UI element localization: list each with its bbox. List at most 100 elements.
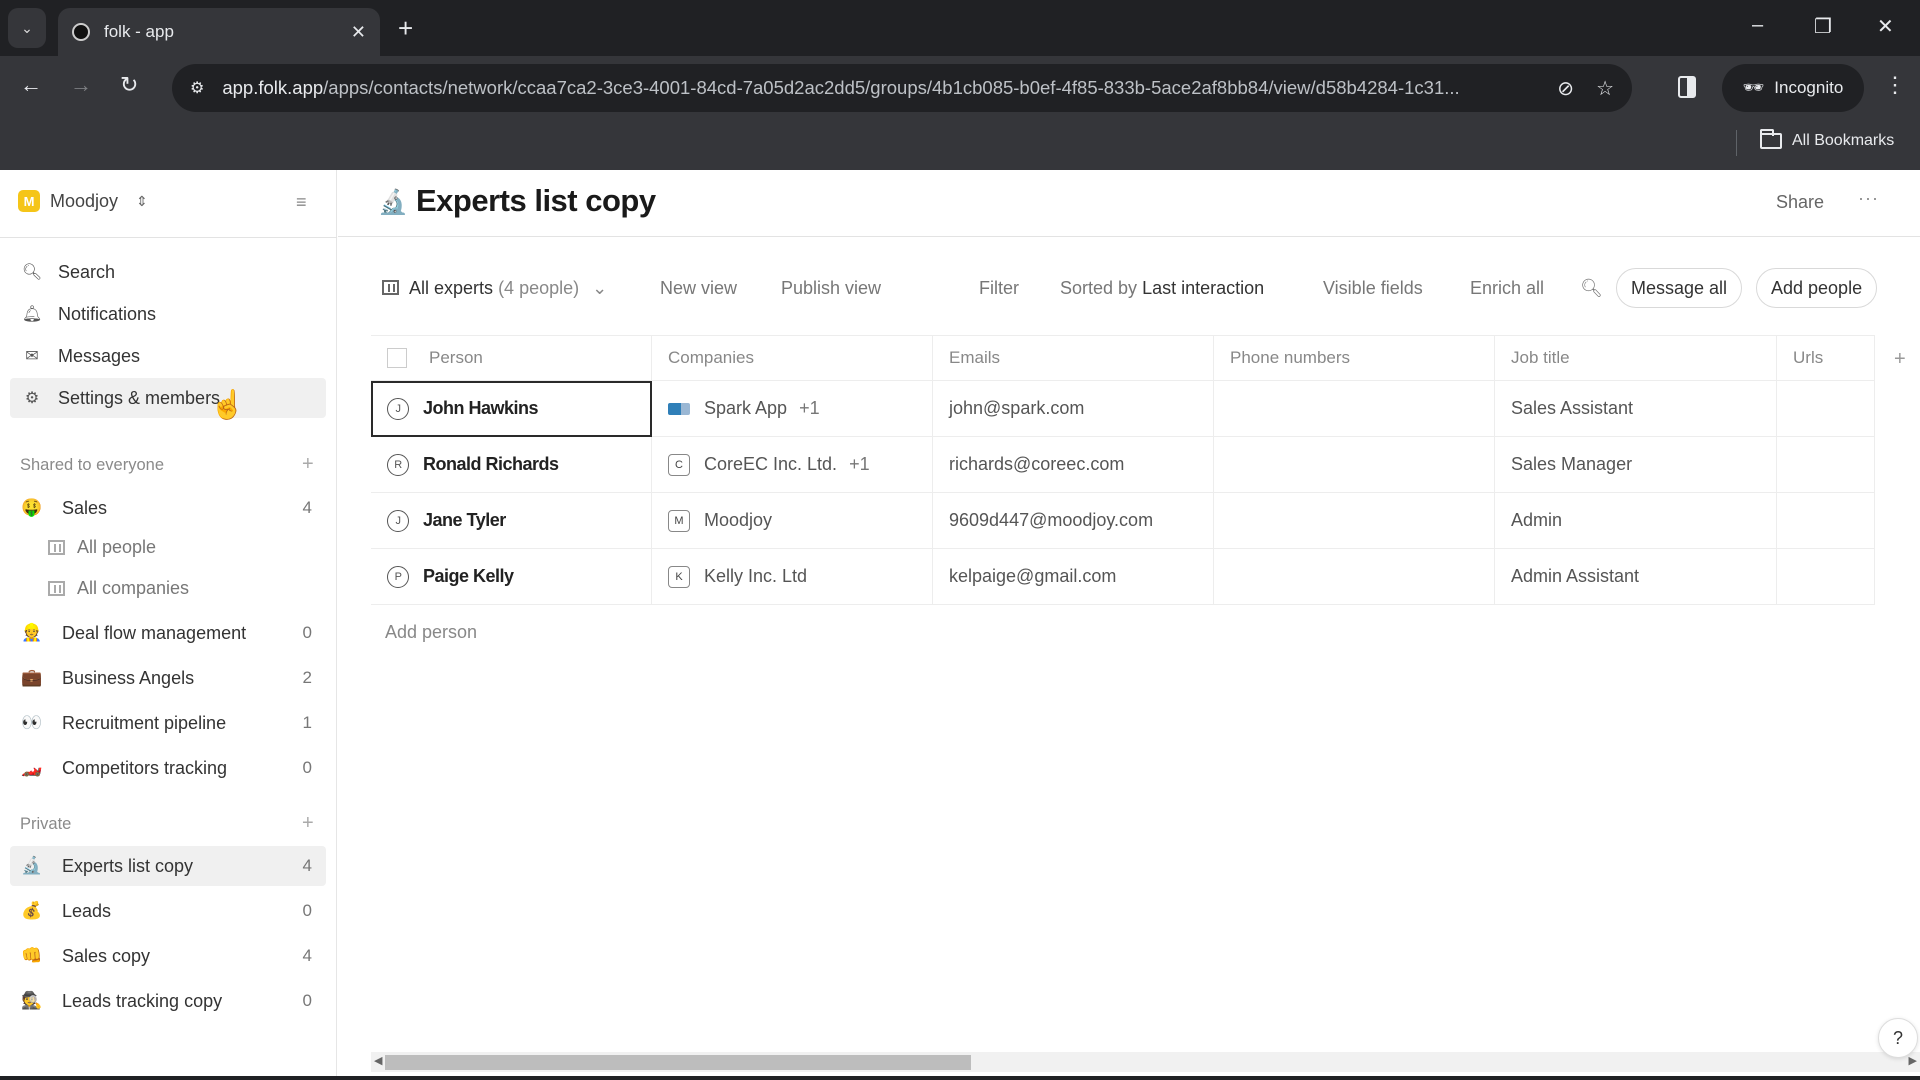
- company-cell[interactable]: K Kelly Inc. Ltd: [652, 549, 933, 605]
- sort-button[interactable]: Sorted by Last interaction: [1060, 278, 1264, 299]
- sidebar-item-settings[interactable]: ⚙ Settings & members: [10, 378, 326, 418]
- table-row[interactable]: J Jane Tyler M Moodjoy 9609d447@moodjoy.co…: [371, 493, 1875, 549]
- column-header-companies[interactable]: Companies: [652, 335, 933, 381]
- group-item-business-angels[interactable]: 💼 Business Angels 2: [10, 658, 326, 698]
- email-cell[interactable]: john@spark.com: [933, 381, 1214, 437]
- minimize-icon[interactable]: –: [1752, 14, 1763, 37]
- company-cell[interactable]: Spark App +1: [652, 381, 933, 437]
- person-cell[interactable]: R Ronald Richards: [371, 437, 652, 493]
- workspace-switcher[interactable]: M Moodjoy ⇕: [18, 190, 148, 212]
- scrollbar-thumb[interactable]: [385, 1055, 971, 1070]
- group-item-competitors[interactable]: 🏎️ Competitors tracking 0: [10, 748, 326, 788]
- collapse-sidebar-icon[interactable]: ≡: [296, 192, 307, 213]
- star-icon[interactable]: ☆: [1596, 76, 1614, 101]
- table-row[interactable]: J John Hawkins Spark App +1 john@spark.com…: [371, 381, 1875, 437]
- reload-icon[interactable]: ↻: [120, 72, 138, 98]
- all-bookmarks-button[interactable]: All Bookmarks: [1760, 129, 1894, 150]
- sidebar-item-search[interactable]: 🔍︎ Search: [10, 252, 326, 292]
- sidebar-item-messages[interactable]: ✉ Messages: [10, 336, 326, 376]
- phone-cell[interactable]: [1214, 493, 1495, 549]
- add-column-button[interactable]: +: [1894, 348, 1906, 371]
- enrich-all-button[interactable]: Enrich all: [1470, 278, 1544, 299]
- sidebar-divider: [0, 237, 337, 238]
- company-cell[interactable]: M Moodjoy: [652, 493, 933, 549]
- column-header-urls[interactable]: Urls: [1777, 335, 1875, 381]
- scroll-left-icon[interactable]: ◀: [374, 1054, 382, 1067]
- person-cell[interactable]: J Jane Tyler: [371, 493, 652, 549]
- sidebar-item-label: Settings & members: [58, 387, 221, 408]
- column-header-phone[interactable]: Phone numbers: [1214, 335, 1495, 381]
- forward-icon[interactable]: →: [70, 72, 92, 98]
- help-button[interactable]: ?: [1878, 1018, 1918, 1058]
- money-face-icon: 🤑: [21, 498, 43, 517]
- new-view-button[interactable]: New view: [660, 278, 737, 299]
- chevron-down-icon: ⌄: [21, 19, 33, 36]
- person-cell[interactable]: P Paige Kelly: [371, 549, 652, 605]
- close-tab-icon[interactable]: ✕: [351, 22, 366, 43]
- job-title-cell[interactable]: Admin: [1495, 493, 1777, 549]
- group-item-sales[interactable]: 🤑 Sales 4: [10, 488, 326, 528]
- browser-menu-icon[interactable]: ⋮: [1884, 72, 1906, 98]
- person-cell[interactable]: J John Hawkins: [371, 381, 652, 437]
- job-title-cell[interactable]: Sales Manager: [1495, 437, 1777, 493]
- select-all-checkbox[interactable]: [387, 348, 407, 368]
- table-row[interactable]: R Ronald Richards C CoreEC Inc. Ltd. +1 ric…: [371, 437, 1875, 493]
- table-row[interactable]: P Paige Kelly K Kelly Inc. Ltd kelpaige@gm…: [371, 549, 1875, 605]
- column-header-emails[interactable]: Emails: [933, 335, 1214, 381]
- column-header-job-title[interactable]: Job title: [1495, 335, 1777, 381]
- microscope-icon: 🔬: [378, 189, 408, 216]
- sidebar-item-notifications[interactable]: 🔔︎ Notifications: [10, 294, 326, 334]
- page-title[interactable]: Experts list copy: [416, 183, 656, 219]
- urls-cell[interactable]: [1777, 493, 1875, 549]
- group-item-leads-tracking-copy[interactable]: 🕵️ Leads tracking copy 0: [10, 981, 326, 1021]
- search-icon[interactable]: 🔍︎: [1580, 278, 1603, 299]
- back-icon[interactable]: ←: [20, 72, 42, 98]
- taskbar-edge: [0, 1076, 1920, 1080]
- email-cell[interactable]: kelpaige@gmail.com: [933, 549, 1214, 605]
- eye-off-icon[interactable]: ⊘: [1557, 76, 1574, 101]
- incognito-badge[interactable]: 🕶 Incognito: [1722, 64, 1864, 112]
- job-title-cell[interactable]: Admin Assistant: [1495, 549, 1777, 605]
- more-options-icon[interactable]: ···: [1858, 188, 1879, 209]
- folk-app: M Moodjoy ⇕ ≡ 🔍︎ Search 🔔︎ Notifications…: [0, 170, 1920, 1080]
- view-item-all-companies[interactable]: All companies: [48, 570, 189, 606]
- group-item-sales-copy[interactable]: 👊 Sales copy 4: [10, 936, 326, 976]
- phone-cell[interactable]: [1214, 381, 1495, 437]
- publish-view-button[interactable]: Publish view: [781, 278, 881, 299]
- site-info-icon[interactable]: ⚙: [190, 78, 204, 98]
- visible-fields-button[interactable]: Visible fields: [1323, 278, 1423, 299]
- phone-cell[interactable]: [1214, 549, 1495, 605]
- browser-tab[interactable]: folk - app ✕: [58, 8, 380, 56]
- scroll-right-icon[interactable]: ▶: [1909, 1054, 1917, 1067]
- add-people-button[interactable]: Add people: [1756, 268, 1878, 308]
- address-bar[interactable]: ⚙ app.folk.app/apps/contacts/network/cca…: [172, 64, 1632, 112]
- add-shared-group-button[interactable]: +: [302, 453, 314, 476]
- email-cell[interactable]: 9609d447@moodjoy.com: [933, 493, 1214, 549]
- company-cell[interactable]: C CoreEC Inc. Ltd. +1: [652, 437, 933, 493]
- group-item-deal-flow[interactable]: 👷 Deal flow management 0: [10, 613, 326, 653]
- view-selector[interactable]: All experts (4 people) ⌄: [382, 278, 607, 299]
- filter-button[interactable]: Filter: [979, 278, 1019, 299]
- job-title-cell[interactable]: Sales Assistant: [1495, 381, 1777, 437]
- urls-cell[interactable]: [1777, 549, 1875, 605]
- window-close-icon[interactable]: ✕: [1877, 14, 1894, 39]
- share-button[interactable]: Share: [1776, 192, 1824, 213]
- restore-icon[interactable]: ❐: [1814, 14, 1832, 39]
- new-tab-button[interactable]: +: [398, 14, 413, 42]
- view-item-all-people[interactable]: All people: [48, 529, 156, 565]
- tab-search-button[interactable]: ⌄: [8, 8, 46, 48]
- group-count: 0: [302, 901, 312, 920]
- message-all-button[interactable]: Message all: [1616, 268, 1743, 308]
- phone-cell[interactable]: [1214, 437, 1495, 493]
- add-private-group-button[interactable]: +: [302, 812, 314, 835]
- email-cell[interactable]: richards@coreec.com: [933, 437, 1214, 493]
- group-item-leads[interactable]: 💰 Leads 0: [10, 891, 326, 931]
- urls-cell[interactable]: [1777, 381, 1875, 437]
- add-person-button[interactable]: Add person: [385, 622, 477, 643]
- group-item-recruitment[interactable]: 👀 Recruitment pipeline 1: [10, 703, 326, 743]
- urls-cell[interactable]: [1777, 437, 1875, 493]
- side-panel-icon[interactable]: [1678, 76, 1696, 98]
- column-header-person[interactable]: Person: [371, 335, 652, 381]
- group-item-experts-list-copy[interactable]: 🔬 Experts list copy 4: [10, 846, 326, 886]
- horizontal-scrollbar[interactable]: ◀ ▶: [371, 1052, 1920, 1072]
